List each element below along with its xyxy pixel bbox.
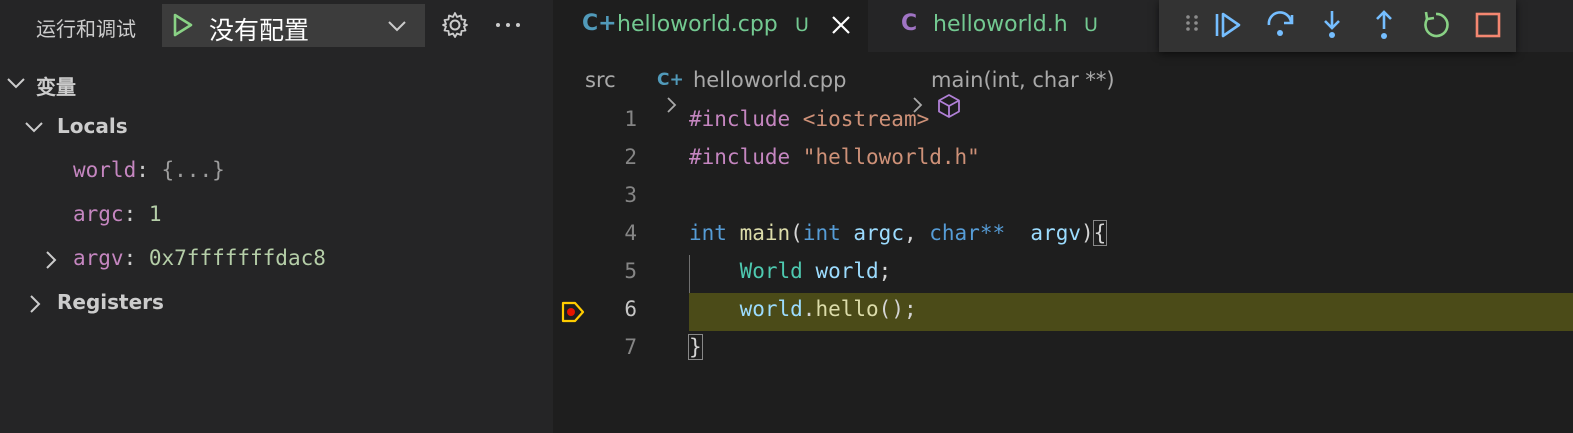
breadcrumb-file[interactable]: helloworld.cpp [693,68,846,92]
tab-label: helloworld.h [933,12,1068,37]
step-out-icon[interactable] [1367,8,1401,42]
chevron-down-icon[interactable] [386,17,408,39]
current-execution-line[interactable]: 6 world.hello(); [553,293,1573,331]
more-actions-icon[interactable] [494,10,522,44]
launch-config-dropdown[interactable]: 没有配置 [162,4,425,47]
breadcrumb: src C+ helloworld.cpp main(int, char **) [553,62,1573,118]
code-text: world.hello(); [739,297,917,321]
step-into-icon[interactable] [1315,8,1349,42]
variable-value: {...} [161,158,225,182]
line-number: 3 [624,183,637,207]
variable-row-argv[interactable]: argv: 0x7fffffffdac8 [0,238,553,278]
registers-scope[interactable]: Registers [0,282,553,322]
code-text: #include <iostream> [689,107,930,131]
continue-icon[interactable] [1211,8,1245,42]
code-line[interactable]: 2 #include "helloworld.h" [553,141,1573,179]
variable-entry: world: {...} [73,158,225,182]
code-line[interactable]: 7 } [553,331,1573,369]
variable-name: world [73,158,137,182]
breadcrumb-symbol[interactable]: main(int, char **) [931,68,1115,92]
variable-colon: : [123,202,149,226]
start-debugging-icon[interactable] [172,13,194,41]
line-number: 6 [624,297,637,321]
variable-row-world[interactable]: world: {...} [0,150,553,190]
variable-colon: : [123,246,149,270]
line-number: 4 [624,221,637,245]
c-header-file-icon: C [901,11,918,36]
step-over-icon[interactable] [1263,8,1297,42]
variable-name: argv [73,246,124,270]
variable-entry: argc: 1 [73,202,162,226]
line-number: 5 [624,259,637,283]
chevron-down-icon[interactable] [24,118,44,140]
variable-value: 1 [148,202,162,226]
code-text: #include "helloworld.h" [689,145,980,169]
gear-icon[interactable] [440,10,470,44]
variables-section-header[interactable]: 变量 [0,66,553,100]
tab-helloworld-cpp[interactable]: C+ helloworld.cpp U [553,0,868,52]
launch-config-label: 没有配置 [209,16,310,45]
tab-helloworld-h[interactable]: C helloworld.h U [868,0,1148,52]
locals-label: Locals [57,114,128,138]
registers-label: Registers [57,290,164,314]
code-line[interactable]: 1 #include <iostream> [553,103,1573,141]
untracked-badge: U [1084,14,1098,36]
code-text: int main(int argc, char** argv){ [689,220,1108,246]
chevron-down-icon[interactable] [6,74,26,96]
cpp-file-icon: C+ [582,11,617,36]
variable-value: 0x7fffffffdac8 [148,246,326,270]
variable-entry: argv: 0x7fffffffdac8 [73,246,326,270]
chevron-right-icon[interactable] [26,294,44,318]
breadcrumb-folder[interactable]: src [585,68,616,92]
restart-icon[interactable] [1419,8,1453,42]
debug-view-title: 运行和调试 [36,17,136,41]
untracked-badge: U [795,14,809,36]
variable-colon: : [136,158,162,182]
editor-group: C+ helloworld.cpp U C helloworld.h U src… [553,0,1573,433]
chevron-right-icon[interactable] [42,250,60,274]
cpp-file-icon: C+ [657,70,684,90]
locals-scope[interactable]: Locals [0,106,553,146]
code-line[interactable]: 3 [553,179,1573,217]
variables-section-title: 变量 [36,75,76,99]
code-line[interactable]: 4 int main(int argc, char** argv){ [553,217,1573,255]
drag-handle-icon[interactable] [1175,8,1209,42]
tab-bar: C+ helloworld.cpp U C helloworld.h U [553,0,1573,52]
debug-sidebar: 运行和调试 没有配置 变量 Locals world: {...} argc: … [0,0,553,433]
variable-row-argc[interactable]: argc: 1 [0,194,553,234]
line-number: 1 [624,107,637,131]
code-text: } [688,334,703,360]
code-line[interactable]: 5 World world; [553,255,1573,293]
stop-icon[interactable] [1471,8,1505,42]
line-number: 2 [624,145,637,169]
line-number: 7 [624,335,637,359]
debug-toolbar [1159,0,1516,52]
close-icon[interactable] [829,13,853,41]
code-text: World world; [739,259,892,283]
variable-name: argc [73,202,124,226]
tab-label: helloworld.cpp [617,12,778,37]
code-editor[interactable]: 1 #include <iostream> 2 #include "hellow… [553,103,1573,433]
debug-header: 运行和调试 没有配置 [0,0,553,52]
